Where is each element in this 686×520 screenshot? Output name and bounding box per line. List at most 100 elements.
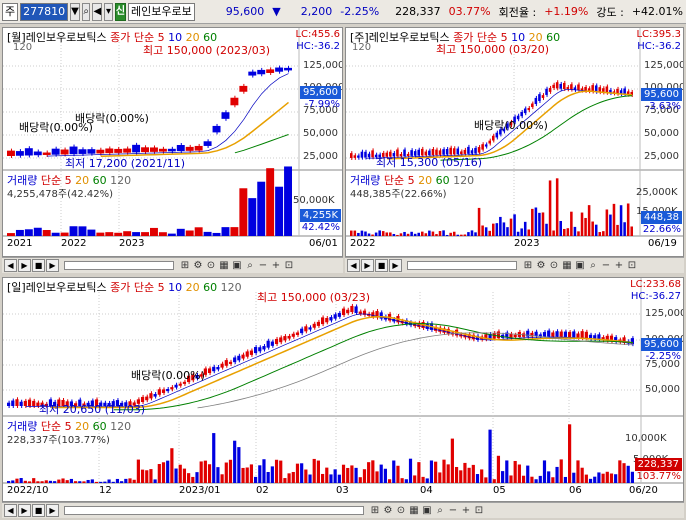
weekly-chart-canvas[interactable] xyxy=(346,28,684,257)
volume-bar xyxy=(381,231,385,236)
scroll-slider[interactable] xyxy=(64,506,364,515)
volume-bar xyxy=(605,471,609,483)
indicator-icon[interactable]: ⊙ xyxy=(548,259,560,272)
first-button[interactable]: ◀ xyxy=(4,504,17,517)
dropdown-icon[interactable]: ▼ xyxy=(70,2,80,21)
copy-icon[interactable]: ▣ xyxy=(574,259,586,272)
volume-bar xyxy=(467,467,471,483)
candle xyxy=(329,317,333,321)
restore-icon[interactable]: ⊡ xyxy=(626,259,638,272)
market-select[interactable]: 주 xyxy=(2,2,19,21)
volume-bar xyxy=(287,473,291,483)
volume-bar xyxy=(580,467,584,483)
chevron-down-icon[interactable]: ▾ xyxy=(104,2,113,21)
date-label: 06/20 xyxy=(629,485,658,496)
settings-icon[interactable]: ⚙ xyxy=(382,504,394,517)
prev-button[interactable]: ▶ xyxy=(361,259,374,272)
stop-button[interactable]: ■ xyxy=(375,259,388,272)
volume-bar xyxy=(157,464,161,483)
volume-bar xyxy=(354,467,358,483)
first-button[interactable]: ◀ xyxy=(4,259,17,272)
prev-button[interactable]: ▶ xyxy=(18,504,31,517)
volume-bar xyxy=(438,231,442,236)
next-button[interactable]: ▶ xyxy=(46,504,59,517)
plus-icon[interactable]: + xyxy=(270,259,282,272)
candle xyxy=(488,140,491,144)
current-price: 95,600 xyxy=(225,5,265,18)
grid-icon[interactable]: ▦ xyxy=(561,259,573,272)
volume-value: 228,337주(103.77%) xyxy=(7,435,110,446)
volume-bar xyxy=(174,468,178,483)
scroll-slider[interactable] xyxy=(64,261,174,270)
search-icon[interactable]: ⌕ xyxy=(81,2,91,21)
minus-icon[interactable]: − xyxy=(600,259,612,272)
prev-button[interactable]: ▶ xyxy=(18,259,31,272)
volume-bar xyxy=(371,234,374,236)
candle xyxy=(477,147,481,153)
chart-type-icon[interactable]: ⊞ xyxy=(522,259,534,272)
plus-icon[interactable]: + xyxy=(613,259,625,272)
first-button[interactable]: ◀ xyxy=(347,259,360,272)
volume-bar xyxy=(626,203,630,236)
indicator-icon[interactable]: ⊙ xyxy=(205,259,217,272)
y-tick: 50,000 xyxy=(644,128,679,139)
sound-icon[interactable]: ◀ xyxy=(92,2,103,21)
stop-button[interactable]: ■ xyxy=(32,504,45,517)
settings-icon[interactable]: ⚙ xyxy=(192,259,204,272)
scale-top: 120 xyxy=(352,42,372,53)
candle xyxy=(295,332,300,335)
zoom-icon[interactable]: ⌕ xyxy=(587,259,599,272)
minus-icon[interactable]: − xyxy=(257,259,269,272)
monthly-chart-canvas[interactable] xyxy=(3,28,343,257)
monthly-date-axis: 2021 2022 2023 06/01 xyxy=(3,238,342,252)
zoom-icon[interactable]: ⌕ xyxy=(434,504,446,517)
volume-bar xyxy=(360,230,364,236)
volume-bar xyxy=(245,467,249,483)
volume-bar xyxy=(527,229,531,236)
stock-code-input[interactable]: 277810 xyxy=(20,2,69,21)
volume-bar xyxy=(467,232,470,236)
candle xyxy=(555,331,559,337)
volume-bar xyxy=(73,481,78,483)
candle xyxy=(174,384,178,388)
volume-bar xyxy=(594,224,598,236)
date-label: 03 xyxy=(336,485,349,496)
minus-icon[interactable]: − xyxy=(447,504,459,517)
plus-icon[interactable]: + xyxy=(460,504,472,517)
next-button[interactable]: ▶ xyxy=(389,259,402,272)
volume-bar xyxy=(442,230,445,236)
daily-chart-canvas[interactable] xyxy=(3,278,684,502)
candle xyxy=(170,387,174,390)
candle xyxy=(467,146,470,154)
volume-bar xyxy=(609,214,612,236)
volume-bar xyxy=(103,481,107,483)
volume-bar xyxy=(140,469,145,483)
volume-bar xyxy=(194,227,203,236)
copy-icon[interactable]: ▣ xyxy=(421,504,433,517)
candle xyxy=(161,389,166,393)
scroll-slider[interactable] xyxy=(407,261,517,270)
settings-icon[interactable]: ⚙ xyxy=(535,259,547,272)
volume-bar xyxy=(65,480,69,483)
restore-icon[interactable]: ⊡ xyxy=(473,504,485,517)
chart-type-icon[interactable]: ⊞ xyxy=(369,504,381,517)
stop-button[interactable]: ■ xyxy=(32,259,45,272)
date-label: 2021 xyxy=(7,238,33,249)
next-button[interactable]: ▶ xyxy=(46,259,59,272)
volume-bar xyxy=(445,234,449,236)
indicator-icon[interactable]: ⊙ xyxy=(395,504,407,517)
volume-bar xyxy=(509,475,513,483)
chart-type-icon[interactable]: ⊞ xyxy=(179,259,191,272)
grid-icon[interactable]: ▦ xyxy=(408,504,420,517)
candle xyxy=(145,396,149,401)
volume-bar xyxy=(254,476,258,483)
candle xyxy=(538,94,541,101)
copy-icon[interactable]: ▣ xyxy=(231,259,243,272)
grid-icon[interactable]: ▦ xyxy=(218,259,230,272)
stock-name-field[interactable]: 레인보우로보 xyxy=(128,2,195,21)
volume-bar xyxy=(371,460,375,483)
volume-bar xyxy=(51,232,60,236)
restore-icon[interactable]: ⊡ xyxy=(283,259,295,272)
dividend-annotation: 배당락(0.00%) xyxy=(131,369,205,382)
zoom-icon[interactable]: ⌕ xyxy=(244,259,256,272)
